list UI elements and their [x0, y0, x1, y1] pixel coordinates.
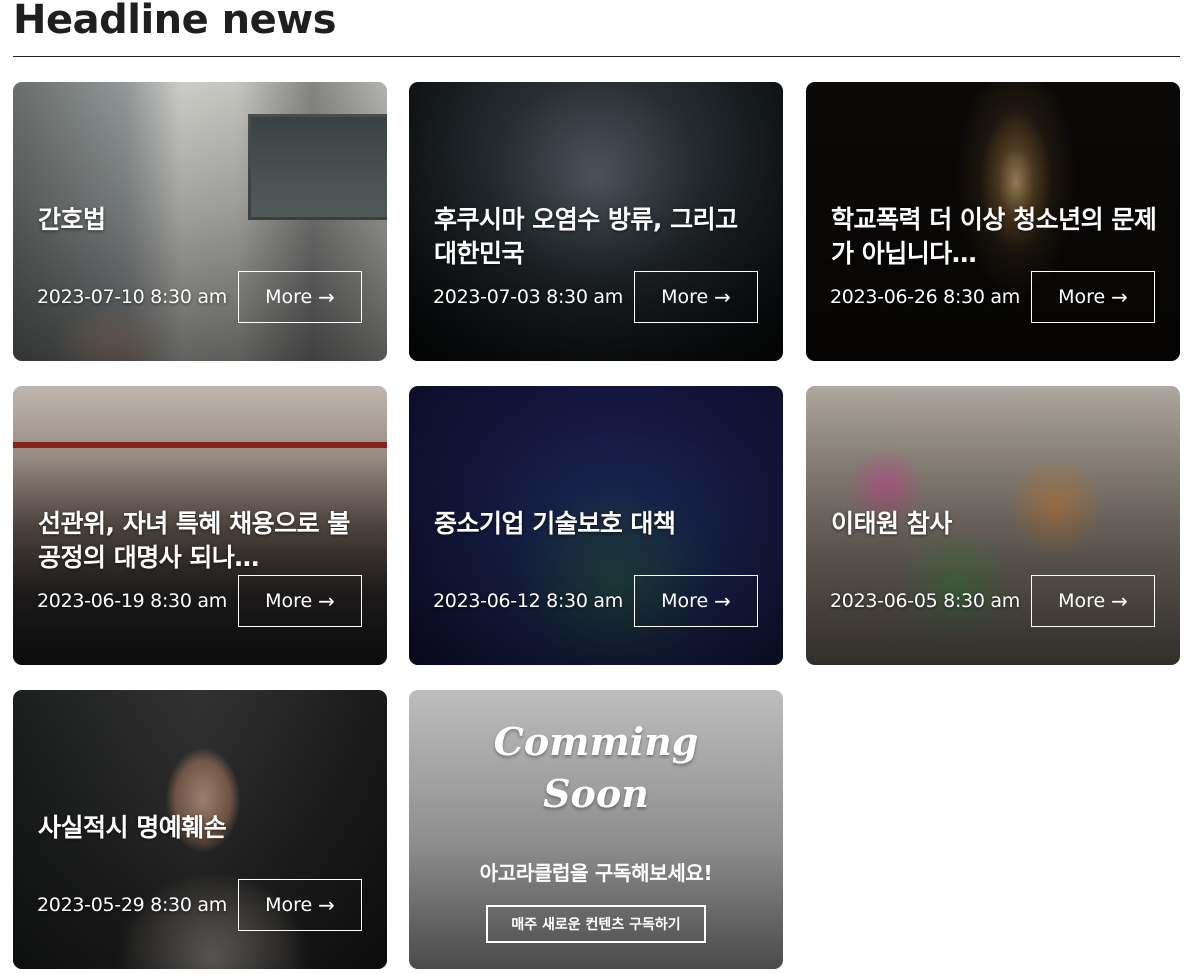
news-card[interactable]: 이태원 참사 2023-06-05 8:30 am More → — [806, 386, 1180, 665]
more-button[interactable]: More → — [634, 271, 758, 323]
arrow-right-icon: → — [1111, 285, 1128, 309]
page-title: Headline news — [13, 0, 337, 43]
arrow-right-icon: → — [1111, 589, 1128, 613]
news-card[interactable]: 사실적시 명예훼손 2023-05-29 8:30 am More → — [13, 690, 387, 969]
card-title: 후쿠시마 오염수 방류, 그리고 대한민국 — [434, 205, 738, 268]
card-date: 2023-06-19 8:30 am — [37, 590, 227, 612]
arrow-right-icon: → — [714, 285, 731, 309]
more-button[interactable]: More → — [634, 575, 758, 627]
news-card[interactable]: 중소기업 기술보호 대책 2023-06-12 8:30 am More → — [409, 386, 783, 665]
more-button[interactable]: More → — [238, 879, 362, 931]
news-card[interactable]: 후쿠시마 오염수 방류, 그리고 대한민국 2023-07-03 8:30 am… — [409, 82, 783, 361]
card-date: 2023-06-05 8:30 am — [830, 590, 1020, 612]
coming-soon-card: Comming Soon 아고라클럽을 구독해보세요! 매주 새로운 컨텐츠 구… — [409, 690, 783, 969]
card-date: 2023-07-10 8:30 am — [37, 286, 227, 308]
subscribe-prompt: 아고라클럽을 구독해보세요! — [479, 861, 713, 885]
card-title: 중소기업 기술보호 대책 — [434, 509, 676, 538]
title-divider — [13, 56, 1180, 57]
arrow-right-icon: → — [318, 893, 335, 917]
arrow-right-icon: → — [318, 285, 335, 309]
card-date: 2023-07-03 8:30 am — [433, 286, 623, 308]
card-date: 2023-06-12 8:30 am — [433, 590, 623, 612]
coming-soon-heading: Comming Soon — [493, 719, 699, 816]
more-button[interactable]: More → — [238, 271, 362, 323]
arrow-right-icon: → — [318, 589, 335, 613]
news-card[interactable]: 선관위, 자녀 특혜 채용으로 불공정의 대명사 되나… 2023-06-19 … — [13, 386, 387, 665]
card-title: 간호법 — [38, 205, 106, 234]
arrow-right-icon: → — [714, 589, 731, 613]
card-title: 사실적시 명예훼손 — [38, 813, 227, 842]
more-button[interactable]: More → — [1031, 271, 1155, 323]
card-date: 2023-05-29 8:30 am — [37, 894, 227, 916]
more-button[interactable]: More → — [1031, 575, 1155, 627]
card-date: 2023-06-26 8:30 am — [830, 286, 1020, 308]
card-title: 이태원 참사 — [831, 509, 952, 538]
more-button[interactable]: More → — [238, 575, 362, 627]
news-card[interactable]: 간호법 2023-07-10 8:30 am More → — [13, 82, 387, 361]
card-title: 선관위, 자녀 특혜 채용으로 불공정의 대명사 되나… — [38, 509, 350, 572]
card-title: 학교폭력 더 이상 청소년의 문제가 아닙니다… — [831, 205, 1157, 268]
subscribe-button[interactable]: 매주 새로운 컨텐츠 구독하기 — [486, 905, 706, 943]
news-card[interactable]: 학교폭력 더 이상 청소년의 문제가 아닙니다… 2023-06-26 8:30… — [806, 82, 1180, 361]
